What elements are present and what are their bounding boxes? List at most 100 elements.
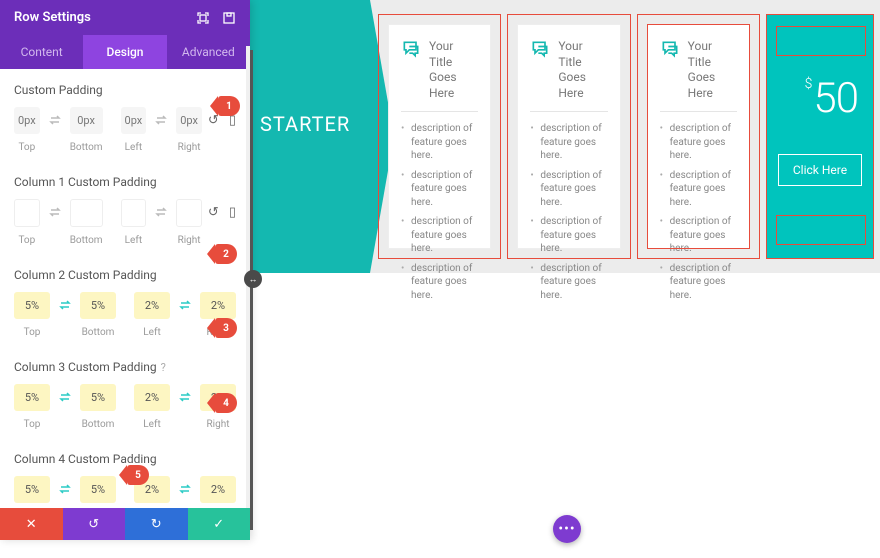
link-icon[interactable] bbox=[56, 292, 74, 311]
padding-top-input[interactable]: 5% bbox=[14, 292, 50, 319]
padding-top: 5%Top bbox=[14, 476, 50, 508]
padding-label: Top bbox=[24, 419, 41, 430]
padding-right-input[interactable]: 0px bbox=[176, 107, 202, 134]
cta-button[interactable]: Click Here bbox=[778, 154, 862, 186]
column-5-price[interactable]: $50 Click Here bbox=[766, 14, 874, 259]
selection-box bbox=[776, 26, 866, 56]
list-item: description of feature goes here. bbox=[530, 262, 607, 303]
undo-button[interactable]: ↺ bbox=[63, 508, 126, 540]
padding-bottom: 0px Bottom bbox=[70, 107, 103, 153]
padding-right: 2%Right bbox=[200, 476, 236, 508]
responsive-icon[interactable]: ▯ bbox=[229, 205, 236, 220]
feature-list: description of feature goes here. descri… bbox=[401, 122, 478, 302]
padding-bottom-input[interactable] bbox=[70, 199, 103, 227]
feature-list: description of feature goes here. descri… bbox=[660, 122, 737, 302]
link-icon[interactable] bbox=[56, 384, 74, 403]
section-title: Custom Padding bbox=[14, 83, 236, 97]
padding-top-input[interactable] bbox=[14, 199, 40, 227]
annotation-marker: 4 bbox=[215, 393, 237, 413]
list-item: description of feature goes here. bbox=[530, 122, 607, 163]
list-item: description of feature goes here. bbox=[401, 122, 478, 163]
padding-section: Column 3 Custom Padding?5%Top5%Bottom2%L… bbox=[14, 360, 236, 430]
expand-icon[interactable] bbox=[196, 11, 210, 25]
padding-bottom-input[interactable]: 5% bbox=[80, 292, 116, 319]
padding-bottom-input[interactable]: 5% bbox=[80, 476, 116, 503]
annotation-marker: 3 bbox=[215, 318, 237, 338]
padding-top: 5% Top bbox=[14, 292, 50, 338]
padding-right: Right bbox=[176, 199, 202, 246]
padding-bottom: 5% Bottom bbox=[80, 292, 116, 338]
link-icon[interactable] bbox=[176, 476, 194, 495]
tab-design[interactable]: Design bbox=[83, 35, 166, 69]
padding-left-input[interactable]: 0px bbox=[121, 107, 147, 134]
padding-label: Right bbox=[178, 235, 201, 246]
padding-top-input[interactable]: 5% bbox=[14, 384, 50, 411]
padding-left-input[interactable]: 2% bbox=[134, 384, 170, 411]
card-title: Your TitleGoes Here bbox=[688, 39, 737, 101]
panel-resize-handle[interactable]: ↔ bbox=[244, 270, 262, 288]
list-item: description of feature goes here. bbox=[660, 122, 737, 163]
section-title: Column 1 Custom Padding bbox=[14, 175, 236, 189]
padding-label: Right bbox=[178, 142, 201, 153]
card-title: Your TitleGoes Here bbox=[429, 39, 478, 101]
section-title: Column 4 Custom Padding bbox=[14, 452, 236, 466]
padding-right-input[interactable]: 2% bbox=[200, 292, 236, 319]
column-2[interactable]: Your TitleGoes Here description of featu… bbox=[378, 14, 501, 259]
link-icon[interactable] bbox=[56, 476, 74, 495]
list-item: description of feature goes here. bbox=[401, 169, 478, 210]
pricing-card: Your TitleGoes Here description of featu… bbox=[647, 24, 750, 249]
card-title: Your TitleGoes Here bbox=[558, 39, 607, 101]
column-4[interactable]: Your TitleGoes Here description of featu… bbox=[637, 14, 760, 259]
save-icon[interactable] bbox=[222, 11, 236, 25]
padding-left: 0px Left bbox=[121, 107, 147, 153]
cancel-button[interactable]: ✕ bbox=[0, 508, 63, 540]
link-icon[interactable] bbox=[152, 199, 170, 218]
padding-label: Left bbox=[143, 419, 160, 430]
padding-label: Bottom bbox=[70, 142, 103, 153]
starter-banner bbox=[250, 0, 370, 273]
padding-label: Bottom bbox=[82, 327, 115, 338]
padding-label: Top bbox=[24, 327, 41, 338]
redo-button[interactable]: ↻ bbox=[125, 508, 188, 540]
help-icon[interactable]: ? bbox=[161, 361, 166, 374]
list-item: description of feature goes here. bbox=[660, 215, 737, 256]
padding-label: Left bbox=[125, 235, 142, 246]
reset-icon[interactable]: ↺ bbox=[208, 205, 219, 220]
tab-advanced[interactable]: Advanced bbox=[167, 35, 250, 69]
chat-icon bbox=[530, 39, 550, 63]
link-icon[interactable] bbox=[46, 107, 64, 126]
padding-top: Top bbox=[14, 199, 40, 246]
padding-top-input[interactable]: 0px bbox=[14, 107, 40, 134]
padding-left-input[interactable] bbox=[121, 199, 147, 227]
canvas-preview: STARTER Your TitleGoes Here description … bbox=[250, 0, 880, 273]
save-button[interactable]: ✓ bbox=[188, 508, 251, 540]
fab-more-button[interactable]: ••• bbox=[553, 515, 581, 543]
section-title: Column 3 Custom Padding? bbox=[14, 360, 236, 374]
padding-top-input[interactable]: 5% bbox=[14, 476, 50, 503]
padding-left: Left bbox=[121, 199, 147, 246]
padding-right-input[interactable]: 2% bbox=[200, 476, 236, 503]
padding-left: 2% Left bbox=[134, 384, 170, 430]
padding-section: Column 2 Custom Padding5%Top5%Bottom2%Le… bbox=[14, 268, 236, 338]
tabs: Content Design Advanced bbox=[0, 35, 250, 69]
padding-label: Bottom bbox=[70, 235, 103, 246]
padding-left-input[interactable]: 2% bbox=[134, 292, 170, 319]
reset-controls: ↺▯ bbox=[208, 199, 236, 220]
link-icon[interactable] bbox=[176, 292, 194, 311]
padding-bottom-input[interactable]: 5% bbox=[80, 384, 116, 411]
column-3[interactable]: Your TitleGoes Here description of featu… bbox=[507, 14, 630, 259]
tab-content[interactable]: Content bbox=[0, 35, 83, 69]
link-icon[interactable] bbox=[46, 199, 64, 218]
padding-label: Left bbox=[125, 142, 142, 153]
padding-top: 5% Top bbox=[14, 384, 50, 430]
starter-label: STARTER bbox=[260, 112, 350, 136]
link-icon[interactable] bbox=[176, 384, 194, 403]
link-icon[interactable] bbox=[152, 107, 170, 126]
padding-right-input[interactable] bbox=[176, 199, 202, 227]
padding-label: Top bbox=[18, 235, 35, 246]
padding-left: 2%Left bbox=[134, 292, 170, 338]
panel-footer: ✕ ↺ ↻ ✓ bbox=[0, 508, 250, 540]
padding-section: Column 1 Custom Padding Top Bottom Left Righ… bbox=[14, 175, 236, 246]
chat-icon bbox=[660, 39, 680, 63]
padding-bottom-input[interactable]: 0px bbox=[70, 107, 103, 134]
